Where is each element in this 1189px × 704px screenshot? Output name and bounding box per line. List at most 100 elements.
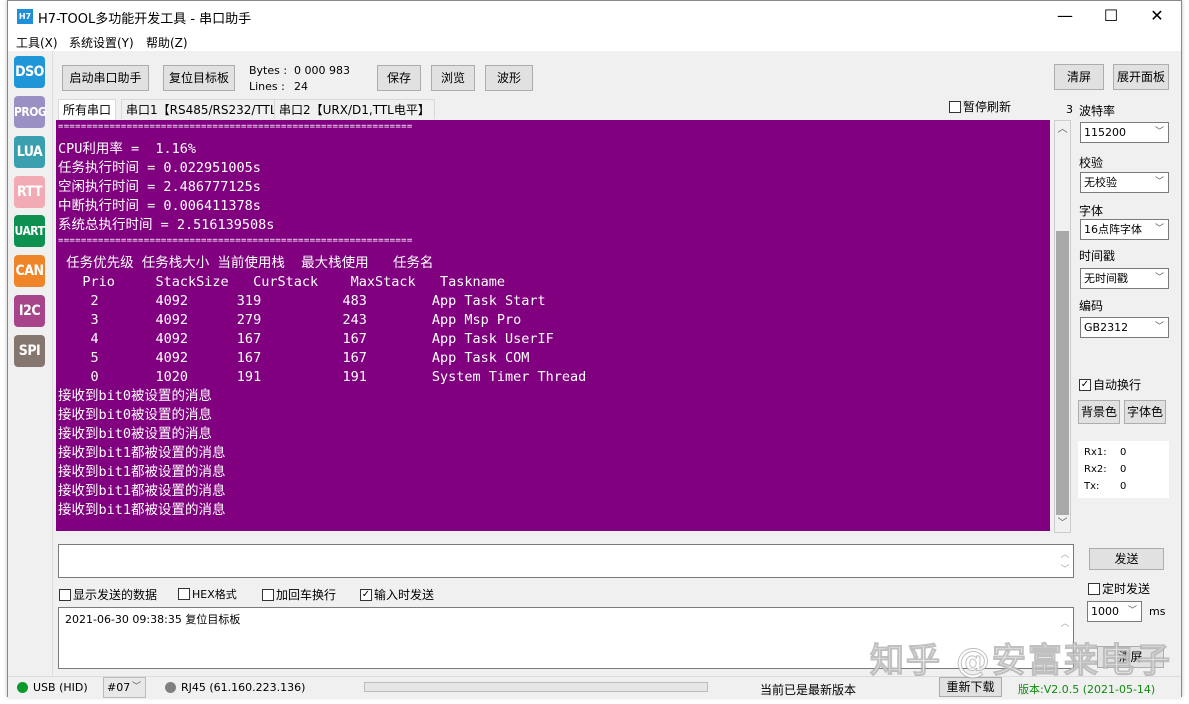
send-on-input-checkbox[interactable]: ✓ 输入时发送 bbox=[360, 586, 434, 603]
menu-tools[interactable]: 工具(X) bbox=[16, 34, 58, 51]
waveform-button[interactable]: 波形 bbox=[485, 65, 533, 91]
baud-label: 波特率 bbox=[1079, 104, 1116, 118]
sidebar-prog[interactable]: PROG bbox=[14, 96, 47, 128]
option-label: 显示发送的数据 bbox=[73, 588, 158, 602]
scroll-up-icon[interactable]: ︿ bbox=[1058, 616, 1072, 629]
scroll-up-icon[interactable]: ︿ bbox=[1055, 121, 1070, 138]
option-label: HEX格式 bbox=[192, 588, 237, 601]
lines-label: Lines : bbox=[249, 80, 285, 93]
sidebar-spi[interactable]: SPI bbox=[14, 335, 45, 367]
log-clear-button[interactable]: 清屏 bbox=[1097, 646, 1164, 668]
sidebar-lua[interactable]: LUA bbox=[14, 136, 45, 168]
close-button[interactable]: ✕ bbox=[1134, 1, 1180, 31]
parity-label: 校验 bbox=[1079, 156, 1104, 170]
tab-port2[interactable]: 串口2【URX/D1,TTL电平】 bbox=[274, 99, 435, 119]
log-output[interactable]: 2021-06-30 09:38:35 复位目标板 ︿ bbox=[58, 607, 1074, 669]
app-logo-icon: H7 bbox=[17, 9, 33, 24]
sidebar-can[interactable]: CAN bbox=[14, 255, 45, 287]
browse-button[interactable]: 浏览 bbox=[431, 65, 475, 91]
sidebar-i2c[interactable]: I2C bbox=[14, 295, 45, 327]
expand-panel-button[interactable]: 展开面板 bbox=[1113, 64, 1169, 90]
show-sent-checkbox[interactable]: 显示发送的数据 bbox=[59, 586, 157, 603]
checkbox-box bbox=[262, 588, 274, 601]
scroll-down-icon[interactable]: ﹀ bbox=[1055, 515, 1070, 532]
save-button[interactable]: 保存 bbox=[377, 65, 421, 91]
encoding-select[interactable]: GB2312 ﹀ bbox=[1080, 317, 1169, 338]
font-select[interactable]: 16点阵字体 ﹀ bbox=[1080, 219, 1169, 240]
rj45-status-label: RJ45 (61.160.223.136) bbox=[181, 681, 306, 694]
auto-wrap-label: 自动换行 bbox=[1093, 378, 1142, 392]
receive-console[interactable]: ========================================… bbox=[56, 120, 1050, 531]
counter-value: 0 bbox=[1120, 481, 1127, 492]
separator-line: ========================================… bbox=[58, 236, 413, 246]
task-row: 5 4092 167 167 App Task COM bbox=[58, 350, 530, 366]
pause-refresh-checkbox[interactable]: 暂停刷新 bbox=[949, 98, 1011, 115]
maximize-button[interactable]: ☐ bbox=[1088, 1, 1134, 31]
message-lines: 接收到bit0被设置的消息 接收到bit0被设置的消息 接收到bit0被设置的消息接… bbox=[58, 387, 1050, 520]
send-input[interactable]: ︿ ﹀ bbox=[58, 544, 1074, 578]
font-color-button[interactable]: 字体色 bbox=[1124, 400, 1166, 424]
checkbox-box bbox=[178, 588, 190, 600]
status-bar: USB (HID) #07 ﹀ RJ45 (61.160.223.136) 当前已… bbox=[8, 676, 1181, 698]
lines-value: 24 bbox=[294, 80, 308, 93]
message-line: 接收到bit1都被设置的消息 bbox=[58, 483, 226, 499]
minimize-button[interactable]: — bbox=[1042, 1, 1088, 31]
hex-format-checkbox[interactable]: HEX格式 bbox=[178, 586, 237, 602]
timed-send-checkbox[interactable]: 定时发送 bbox=[1088, 580, 1150, 597]
counter-label: Rx2: bbox=[1084, 464, 1107, 475]
baud-select[interactable]: 115200 ﹀ bbox=[1080, 122, 1169, 143]
checkbox-box bbox=[949, 100, 961, 113]
device-select[interactable]: #07 ﹀ bbox=[103, 677, 146, 698]
counter-value: 0 bbox=[1120, 464, 1127, 475]
line-count-indicator: 3 bbox=[1066, 103, 1073, 116]
reset-target-button[interactable]: 复位目标板 bbox=[163, 65, 235, 91]
title-bar: H7 H7-TOOL多功能开发工具 - 串口助手 — ☐ ✕ bbox=[8, 1, 1181, 31]
task-table-rows: 2 4092 319 483 App Task Start 3 4092 279… bbox=[58, 292, 1050, 387]
menu-system-settings[interactable]: 系统设置(Y) bbox=[69, 34, 134, 51]
counters-panel: Rx1: 0 Rx2: 0 Tx: 0 bbox=[1078, 441, 1169, 498]
rj45-status-icon bbox=[165, 682, 176, 693]
bg-color-button[interactable]: 背景色 bbox=[1078, 400, 1120, 424]
interval-select[interactable]: 1000 ﹀ bbox=[1087, 601, 1142, 622]
tab-all-ports[interactable]: 所有串口 bbox=[58, 99, 117, 120]
rx1-counter: Rx1: 0 bbox=[1084, 447, 1126, 458]
tab-port1[interactable]: 串口1【RS485/RS232/TTL】 bbox=[121, 99, 294, 119]
isr-time-line: 中断执行时间 = 0.006411378s bbox=[58, 198, 261, 214]
message-line: 接收到bit0被设置的消息 bbox=[58, 426, 213, 442]
checkbox-checked: ✓ bbox=[360, 588, 372, 601]
scroll-down-icon[interactable]: ﹀ bbox=[1058, 562, 1072, 575]
menu-help[interactable]: 帮助(Z) bbox=[146, 34, 188, 51]
message-line: 接收到bit1都被设置的消息 bbox=[58, 464, 226, 480]
clear-screen-button[interactable]: 清屏 bbox=[1054, 64, 1104, 90]
encoding-value: GB2312 bbox=[1084, 321, 1129, 334]
timestamp-select[interactable]: 无时间戳 ﹀ bbox=[1080, 268, 1169, 289]
message-line: 接收到bit0被设置的消息 bbox=[58, 407, 213, 423]
font-label: 字体 bbox=[1079, 204, 1104, 218]
console-scrollbar[interactable]: ︿ ﹀ bbox=[1054, 120, 1071, 533]
parity-value: 无校验 bbox=[1084, 176, 1117, 189]
sidebar-uart[interactable]: UART bbox=[14, 215, 45, 247]
scroll-up-icon[interactable]: ︿ bbox=[1058, 547, 1072, 560]
option-label: 输入时发送 bbox=[374, 588, 435, 602]
scroll-thumb[interactable] bbox=[1056, 231, 1069, 515]
interval-unit: ms bbox=[1149, 605, 1166, 618]
font-value: 16点阵字体 bbox=[1084, 223, 1142, 236]
task-time-line: 任务执行时间 = 0.022951005s bbox=[58, 160, 261, 176]
start-serial-button[interactable]: 启动串口助手 bbox=[62, 65, 149, 91]
redownload-button[interactable]: 重新下载 bbox=[939, 677, 1002, 697]
task-row: 2 4092 319 483 App Task Start bbox=[58, 293, 546, 309]
auto-wrap-checkbox[interactable]: ✓ 自动换行 bbox=[1079, 376, 1141, 393]
add-crlf-checkbox[interactable]: 加回车换行 bbox=[262, 586, 336, 603]
send-button[interactable]: 发送 bbox=[1089, 548, 1164, 570]
usb-status-label: USB (HID) bbox=[33, 681, 88, 694]
chevron-down-icon: ﹀ bbox=[1154, 177, 1164, 187]
parity-select[interactable]: 无校验 ﹀ bbox=[1080, 172, 1169, 193]
task-table-header-cn: 任务优先级 任务栈大小 当前使用栈 最大栈使用 任务名 bbox=[58, 255, 434, 271]
idle-time-line: 空闲执行时间 = 2.486777125s bbox=[58, 179, 261, 195]
sidebar-rtt[interactable]: RTT bbox=[14, 176, 45, 208]
sidebar-dso[interactable]: DSO bbox=[14, 56, 45, 88]
counter-value: 0 bbox=[1120, 447, 1127, 458]
message-line: 接收到bit1都被设置的消息 bbox=[58, 502, 226, 518]
timed-send-label: 定时发送 bbox=[1102, 582, 1151, 596]
tx-counter: Tx: 0 bbox=[1084, 481, 1126, 492]
